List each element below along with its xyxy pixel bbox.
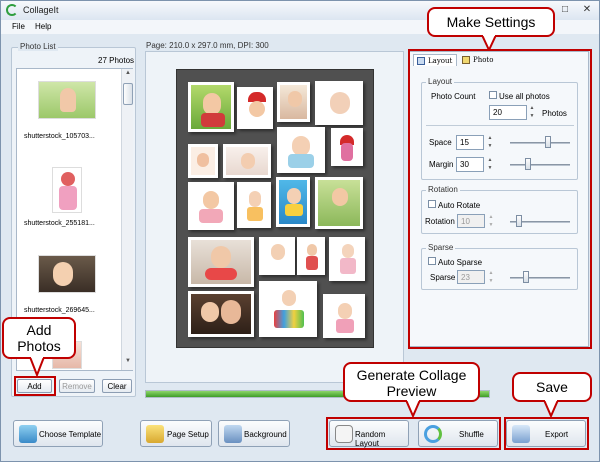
collage-photo[interactable]	[277, 127, 325, 173]
add-photos-callout: Add Photos	[2, 317, 76, 359]
menu-help[interactable]: Help	[35, 22, 51, 31]
remove-photo-button[interactable]: Remove	[59, 379, 95, 393]
background-button[interactable]: Background	[218, 420, 290, 447]
collage-photo[interactable]	[188, 237, 254, 287]
photo-filename: shutterstock_105703...	[24, 133, 95, 140]
collage-photo[interactable]	[237, 182, 271, 228]
generate-preview-highlight	[326, 417, 501, 450]
collage-photo[interactable]	[277, 82, 310, 122]
maximize-icon[interactable]: □	[554, 3, 576, 17]
collage-photo[interactable]	[259, 237, 295, 275]
close-icon[interactable]: ✕	[576, 3, 598, 17]
save-callout: Save	[512, 372, 592, 402]
collage-photo[interactable]	[297, 237, 325, 275]
add-button-highlight	[14, 376, 56, 396]
collage-photo[interactable]	[188, 182, 234, 230]
generate-preview-callout: Generate Collage Preview	[343, 362, 480, 402]
photo-count-label: 27 Photos	[98, 56, 135, 65]
generate-preview-callout-tail	[404, 400, 422, 418]
scroll-down-icon[interactable]: ▼	[123, 358, 133, 368]
collageit-app-icon	[6, 4, 18, 16]
export-highlight	[504, 417, 589, 450]
collage-photo[interactable]	[331, 128, 363, 166]
photo-list-scrollbar[interactable]: ▲ ▼	[121, 69, 133, 370]
add-photos-callout-tail	[28, 357, 46, 377]
page-setup-button[interactable]: Page Setup	[140, 420, 212, 447]
page-setup-icon	[146, 425, 164, 443]
collage-photo[interactable]	[188, 144, 218, 178]
collage-photo[interactable]	[223, 144, 271, 178]
collage-photo[interactable]	[276, 177, 310, 227]
collage-photo[interactable]	[188, 82, 234, 132]
collage-canvas[interactable]	[176, 69, 374, 348]
photo-filename: shutterstock_255181...	[24, 220, 95, 227]
save-callout-tail	[542, 400, 560, 418]
collage-photo[interactable]	[315, 81, 363, 125]
collage-photo[interactable]	[188, 291, 254, 337]
photo-thumbnail[interactable]	[52, 167, 82, 213]
photo-thumbnail[interactable]	[38, 255, 96, 293]
template-icon	[19, 425, 37, 443]
page-info: Page: 210.0 x 297.0 mm, DPI: 300	[146, 41, 269, 50]
photo-filename: shutterstock_269645...	[24, 307, 95, 314]
make-settings-callout-tail	[480, 35, 498, 51]
collage-photo[interactable]	[259, 281, 317, 337]
clear-photos-button[interactable]: Clear	[102, 379, 132, 393]
scrollbar-thumb[interactable]	[123, 83, 133, 105]
collage-photo[interactable]	[323, 294, 365, 338]
settings-highlight	[408, 49, 592, 349]
menu-file[interactable]: File	[12, 22, 25, 31]
photo-thumbnail[interactable]	[38, 81, 96, 119]
photo-list-title: Photo List	[18, 42, 58, 51]
scroll-up-icon[interactable]: ▲	[123, 70, 133, 80]
choose-template-button[interactable]: Choose Template	[13, 420, 103, 447]
window-title: CollageIt	[23, 5, 59, 15]
make-settings-callout: Make Settings	[427, 7, 555, 37]
collage-photo[interactable]	[237, 87, 273, 129]
background-icon	[224, 425, 242, 443]
collage-photo[interactable]	[329, 237, 365, 281]
collage-photo[interactable]	[315, 177, 363, 229]
